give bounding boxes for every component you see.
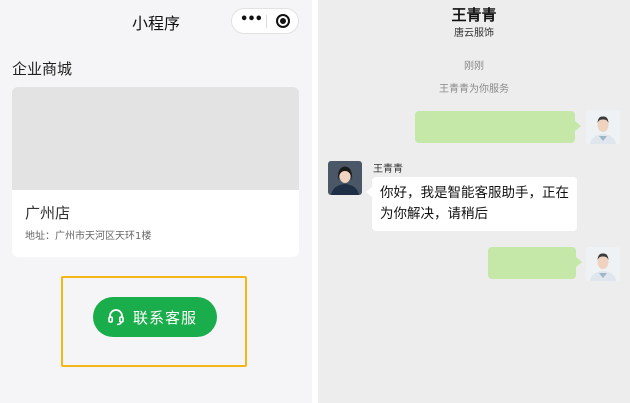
screenshot-root: 小程序 ••• 企业商城 广州店 地址：广州市天河区天环1楼 联系客服 王青青 … [0, 0, 630, 403]
outgoing-message-bubble[interactable] [488, 247, 582, 279]
incoming-message-text: 你好，我是智能客服助手，正在为你解决，请稍后 [380, 185, 569, 222]
contact-service-button[interactable]: 联系客服 [93, 297, 217, 337]
chat-contact-company: 唐云服饰 [454, 28, 494, 39]
user-avatar[interactable] [586, 247, 620, 281]
store-image-placeholder [12, 87, 299, 190]
store-name: 广州店 [25, 204, 71, 222]
store-card[interactable]: 广州店 地址：广州市天河区天环1楼 [12, 87, 299, 257]
message-timestamp: 刚刚 [464, 61, 484, 72]
more-dots-icon[interactable]: ••• [239, 9, 263, 33]
section-title: 企业商城 [12, 60, 73, 78]
contact-service-label: 联系客服 [133, 309, 198, 327]
agent-name: 王青青 [373, 164, 403, 175]
chat-screen: 王青青 唐云服饰 刚刚 王青青为你服务 王青青 你好，我是智能客服助手，正在为你… [318, 0, 630, 403]
headset-icon [108, 309, 124, 326]
agent-avatar[interactable] [328, 161, 362, 195]
miniapp-capsule: ••• [231, 8, 299, 34]
incoming-message-bubble[interactable]: 你好，我是智能客服助手，正在为你解决，请稍后 [366, 177, 577, 231]
user-avatar[interactable] [586, 110, 620, 144]
store-address: 地址：广州市天河区天环1楼 [25, 231, 152, 242]
system-notice: 王青青为你服务 [439, 84, 509, 95]
chat-header: 王青青 唐云服饰 [318, 0, 630, 42]
close-miniapp-icon[interactable] [276, 14, 290, 28]
miniapp-nav-bar: 小程序 ••• [0, 0, 312, 42]
miniapp-screen: 小程序 ••• 企业商城 广州店 地址：广州市天河区天环1楼 联系客服 [0, 0, 312, 403]
capsule-divider [266, 15, 267, 28]
outgoing-message-bubble[interactable] [415, 111, 581, 143]
chat-contact-name: 王青青 [451, 6, 497, 24]
